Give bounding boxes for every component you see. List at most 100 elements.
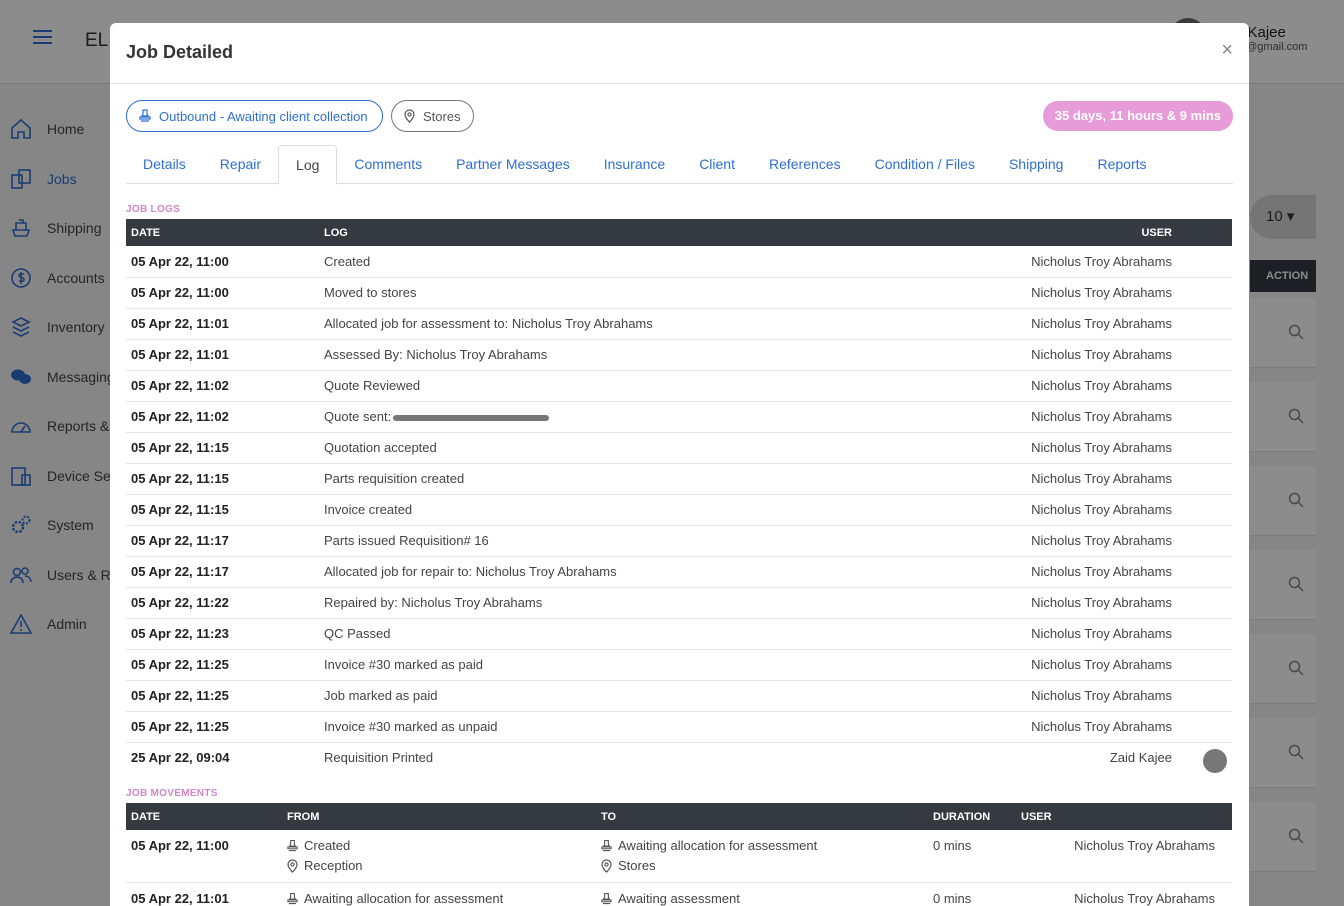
log-text: Invoice #30 marked as unpaid (324, 719, 498, 734)
table-row: 05 Apr 22, 11:01 Assessed By: Nicholus Tr… (126, 339, 1232, 371)
job-logs-title: JOB LOGS (126, 204, 181, 215)
log-user: Nicholus Troy Abrahams (1031, 471, 1172, 486)
log-date: 05 Apr 22, 11:25 (126, 680, 319, 712)
from-status: Awaiting allocation for assessment (304, 891, 504, 906)
log-cell: Moved to stores (319, 277, 932, 309)
user-cell: Nicholus Troy Abrahams (932, 277, 1232, 309)
tab-partner-messages[interactable]: Partner Messages (439, 145, 587, 183)
user-cell: Nicholus Troy Abrahams (932, 711, 1232, 743)
tab-client[interactable]: Client (682, 145, 752, 183)
log-text: Repaired by: Nicholus Troy Abrahams (324, 595, 543, 610)
log-date: 05 Apr 22, 11:02 (126, 401, 319, 433)
tab-details[interactable]: Details (126, 145, 203, 183)
log-date: 05 Apr 22, 11:17 (126, 556, 319, 588)
log-text: Invoice #30 marked as paid (324, 657, 483, 672)
table-row: 05 Apr 22, 11:15 Quotation accepted Nichol… (126, 432, 1232, 464)
user-cell: Nicholus Troy Abrahams (932, 618, 1232, 650)
user-cell: Nicholus Troy Abrahams (932, 246, 1232, 278)
user-cell: Nicholus Troy Abrahams (932, 587, 1232, 619)
mv-duration: 0 mins (928, 830, 1016, 883)
tab-log[interactable]: Log (278, 145, 338, 185)
log-user: Nicholus Troy Abrahams (1031, 688, 1172, 703)
log-text: Requisition Printed (324, 750, 434, 766)
log-user: Nicholus Troy Abrahams (1031, 347, 1172, 362)
log-date: 05 Apr 22, 11:01 (126, 339, 319, 371)
log-text: Invoice created (324, 502, 413, 517)
modal-header: Job Detailed × (110, 23, 1249, 84)
log-user: Nicholus Troy Abrahams (1031, 253, 1172, 269)
col-mv-from: FROM (282, 803, 596, 830)
job-movements-title: JOB MOVEMENTS (126, 788, 218, 799)
user-cell: Nicholus Troy Abrahams (932, 649, 1232, 681)
log-date: 05 Apr 22, 11:15 (126, 494, 319, 526)
log-user: Nicholus Troy Abrahams (1031, 440, 1172, 455)
log-user: Nicholus Troy Abrahams (1031, 719, 1172, 734)
tab-comments[interactable]: Comments (337, 145, 439, 183)
log-date: 05 Apr 22, 11:17 (126, 525, 319, 557)
log-user: Nicholus Troy Abrahams (1031, 533, 1172, 548)
map-pin-icon (601, 859, 612, 873)
elapsed-time-badge: 35 days, 11 hours & 9 mins (1042, 101, 1233, 131)
log-cell: Repaired by: Nicholus Troy Abrahams (319, 587, 932, 619)
log-user: Nicholus Troy Abrahams (1031, 285, 1172, 300)
log-text: Parts requisition created (324, 471, 465, 486)
table-row: 05 Apr 22, 11:22 Repaired by: Nicholus Tr… (126, 587, 1232, 619)
log-cell: Quotation accepted (319, 432, 932, 464)
log-cell: Parts issued Requisition# 16 (319, 525, 932, 557)
log-date: 05 Apr 22, 11:00 (126, 246, 319, 278)
log-cell: Job marked as paid (319, 680, 932, 712)
tab-condition-files[interactable]: Condition / Files (858, 145, 992, 183)
to-location: Stores (618, 858, 656, 873)
log-date: 25 Apr 22, 09:04 (131, 750, 230, 766)
log-date: 05 Apr 22, 11:23 (126, 618, 319, 650)
log-cell: Invoice #30 marked as unpaid (319, 711, 932, 743)
avatar[interactable] (1203, 748, 1227, 773)
redacted-email (393, 414, 550, 421)
location-badge[interactable]: Stores (391, 100, 474, 132)
log-cell: Created (319, 246, 932, 278)
status-badge[interactable]: Outbound - Awaiting client collection (126, 100, 383, 132)
tab-insurance[interactable]: Insurance (587, 145, 682, 183)
tab-shipping[interactable]: Shipping (992, 145, 1081, 183)
tab-reports[interactable]: Reports (1080, 145, 1163, 183)
tab-bar: Details Repair Log Comments Partner Messages… (126, 140, 1233, 185)
user-cell: Zaid Kajee (932, 742, 1232, 773)
stamp-icon (139, 109, 151, 122)
log-cell: Assessed By: Nicholus Troy Abrahams (319, 339, 932, 371)
table-row: 05 Apr 22, 11:01 Allocated job for assess… (126, 308, 1232, 340)
log-cell: Quote Reviewed (319, 370, 932, 402)
user-cell: Nicholus Troy Abrahams (932, 525, 1232, 557)
col-date: DATE (126, 219, 319, 246)
tab-repair[interactable]: Repair (203, 145, 278, 183)
close-icon[interactable]: × (1221, 40, 1233, 60)
map-pin-icon (287, 859, 298, 873)
table-row: 05 Apr 22, 11:25 Invoice #30 marked as un… (126, 711, 1232, 743)
log-date: 05 Apr 22, 11:25 (126, 649, 319, 681)
table-row: 05 Apr 22, 11:15 Invoice created Nicholus … (126, 494, 1232, 526)
user-cell: Nicholus Troy Abrahams (932, 680, 1232, 712)
log-text: Allocated job for assessment to: Nicholu… (324, 316, 653, 331)
table-row: 05 Apr 22, 11:00 Created Reception Awaiting… (126, 830, 1232, 883)
log-text: Parts issued Requisition# 16 (324, 533, 489, 548)
table-row: 25 Apr 22, 09:04 Requisition Printed Zaid … (126, 742, 1232, 773)
log-text: Quote Reviewed (324, 378, 421, 393)
mv-from: Created Reception (282, 830, 596, 883)
log-date: 05 Apr 22, 11:01 (126, 308, 319, 340)
log-text: QC Passed (324, 626, 391, 641)
stamp-icon (287, 839, 298, 852)
log-user: Nicholus Troy Abrahams (1031, 378, 1172, 393)
table-row: 05 Apr 22, 11:02 Quote Reviewed Nicholus T… (126, 370, 1232, 402)
table-row: 05 Apr 22, 11:15 Parts requisition create… (126, 463, 1232, 495)
mv-date: 05 Apr 22, 11:01 (126, 882, 282, 906)
log-text: Moved to stores (324, 285, 417, 300)
from-location: Reception (304, 858, 363, 873)
log-cell: Requisition Printed (319, 742, 932, 773)
user-cell: Nicholus Troy Abrahams (932, 432, 1232, 464)
log-cell: Allocated job for assessment to: Nicholu… (319, 308, 932, 340)
modal-title: Job Detailed (126, 42, 234, 62)
user-cell: Nicholus Troy Abrahams (932, 494, 1232, 526)
job-logs-table: DATE LOG USER 05 Apr 22, 11:00 Created Nic… (126, 219, 1232, 773)
stamp-icon (601, 892, 612, 905)
log-cell: Allocated job for repair to: Nicholus Tr… (319, 556, 932, 588)
tab-references[interactable]: References (752, 145, 858, 183)
